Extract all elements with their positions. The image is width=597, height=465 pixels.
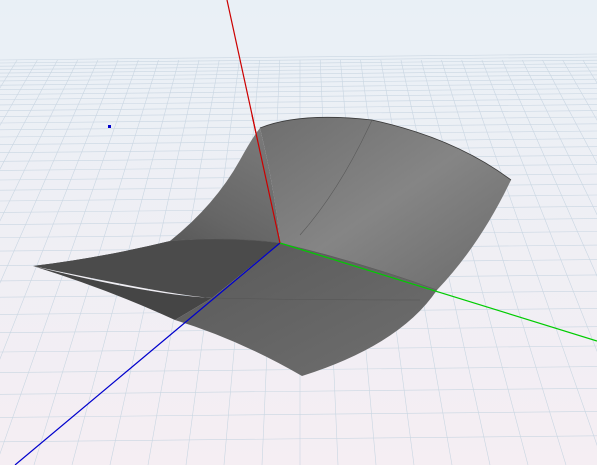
3d-viewport[interactable] xyxy=(0,0,597,465)
3d-scene[interactable] xyxy=(0,0,597,465)
point-marker[interactable] xyxy=(108,125,111,128)
